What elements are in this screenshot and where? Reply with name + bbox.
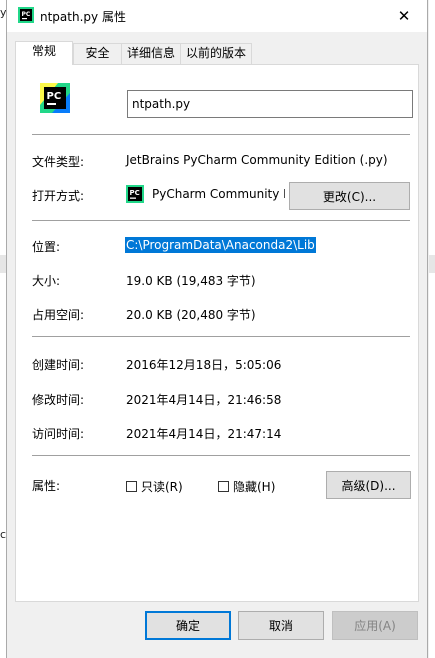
- size-label: 大小:: [32, 274, 61, 288]
- divider: [32, 455, 410, 456]
- modified-value: 2021年4月14日，21:46:58: [126, 393, 282, 407]
- change-program-button[interactable]: 更改(C)...: [289, 182, 410, 210]
- divider: [32, 134, 410, 135]
- size-on-disk-label: 占用空间:: [32, 308, 85, 322]
- readonly-checkbox[interactable]: 只读(R): [126, 478, 183, 495]
- background-window-right: [429, 0, 435, 658]
- pycharm-file-icon: PC: [40, 83, 70, 116]
- created-label: 创建时间:: [32, 358, 85, 372]
- file-type-label: 文件类型:: [32, 155, 85, 169]
- open-with-label: 打开方式:: [32, 189, 85, 203]
- ok-button[interactable]: 确定: [145, 611, 231, 640]
- attributes-label: 属性:: [32, 479, 61, 493]
- background-selection-right: [429, 255, 435, 273]
- size-value: 19.0 KB (19,483 字节): [126, 274, 256, 288]
- pycharm-icon-text: PC: [22, 11, 31, 18]
- close-button[interactable]: ✕: [381, 0, 427, 32]
- readonly-checkbox-box[interactable]: [126, 481, 137, 492]
- title-bar[interactable]: PC ntpath.py 属性 ✕: [7, 0, 427, 32]
- tab-general[interactable]: 常规: [15, 41, 73, 65]
- advanced-button[interactable]: 高级(D)...: [326, 471, 411, 499]
- pycharm-icon: PC: [18, 7, 34, 26]
- apply-button[interactable]: 应用(A): [332, 611, 418, 640]
- cancel-button[interactable]: 取消: [238, 611, 324, 640]
- modified-label: 修改时间:: [32, 393, 85, 407]
- created-value: 2016年12月18日，5:05:06: [126, 358, 282, 372]
- general-tab-panel: PC 文件类型: JetBrains PyCharm Community Edi…: [15, 64, 419, 602]
- window-title: ntpath.py 属性: [40, 10, 126, 24]
- divider: [32, 336, 410, 337]
- divider: [32, 220, 410, 221]
- file-name-input[interactable]: [127, 90, 413, 118]
- tab-previous-versions[interactable]: 以前的版本: [180, 43, 252, 64]
- file-type-value: JetBrains PyCharm Community Edition (.py…: [126, 153, 388, 167]
- location-value[interactable]: C:\ProgramData\Anaconda2\Lib: [125, 237, 316, 253]
- pycharm-icon-text: PC: [130, 189, 140, 197]
- close-icon: ✕: [397, 7, 411, 25]
- accessed-label: 访问时间:: [32, 427, 85, 441]
- pycharm-icon: PC: [126, 185, 144, 206]
- properties-dialog: PC ntpath.py 属性 ✕ 常规 安全 详细信息 以前的版本 PC 文件…: [6, 0, 428, 658]
- hidden-checkbox[interactable]: 隐藏(H): [218, 478, 275, 495]
- pycharm-file-icon-text: PC: [47, 91, 62, 102]
- hidden-checkbox-label: 隐藏(H): [233, 480, 276, 494]
- hidden-checkbox-box[interactable]: [218, 481, 229, 492]
- size-on-disk-value: 20.0 KB (20,480 字节): [126, 308, 256, 322]
- tab-details[interactable]: 详细信息: [121, 43, 181, 64]
- open-with-value: PyCharm Community E: [152, 187, 285, 201]
- tab-security[interactable]: 安全: [73, 43, 122, 64]
- readonly-checkbox-label: 只读(R): [141, 480, 183, 494]
- location-label: 位置:: [32, 240, 61, 254]
- accessed-value: 2021年4月14日，21:47:14: [126, 427, 282, 441]
